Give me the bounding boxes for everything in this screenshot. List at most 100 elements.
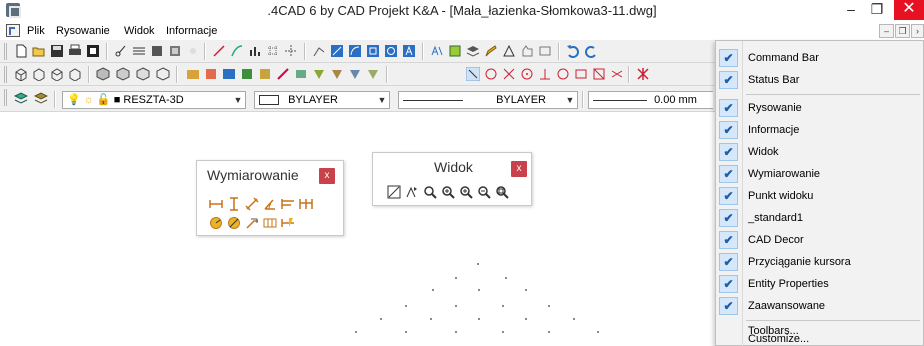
decor-2-icon[interactable] [204,67,218,81]
snap-intersection-icon[interactable] [502,67,516,81]
menu-item-wymiarowanie[interactable]: ✔ Wymiarowanie [716,163,923,185]
redo-icon[interactable] [584,44,598,58]
mdi-minimize-button[interactable]: – [879,24,894,38]
decor-10-icon[interactable] [348,67,362,81]
bars-icon[interactable] [248,44,262,58]
toolbar-grip[interactable] [4,66,7,83]
hand-icon[interactable] [520,44,534,58]
linetype-dropdown[interactable]: BYLAYER ▼ [398,91,578,109]
dim-edit-icon[interactable] [281,216,295,230]
decor-11-icon[interactable] [366,67,380,81]
snap-center-icon[interactable] [520,67,534,81]
menu-item-customize[interactable]: Customize... [716,331,923,346]
snap-icon[interactable] [284,44,298,58]
redraw-icon[interactable] [387,185,401,199]
layer-previous-icon[interactable] [34,91,48,105]
decor-5-icon[interactable] [258,67,272,81]
text-tool-icon[interactable] [402,44,416,58]
snap-circle-icon[interactable] [484,67,498,81]
menu-plik[interactable]: Plik [27,25,45,37]
drawing-canvas[interactable] [0,125,715,346]
iso-view-4-icon[interactable] [156,67,170,81]
arc-icon[interactable] [230,44,244,58]
menu-item-informacje[interactable]: ✔ Informacje [716,119,923,141]
decor-1-icon[interactable] [186,67,200,81]
menu-item-widok[interactable]: ✔ Widok [716,141,923,163]
polyline-icon[interactable] [312,44,326,58]
decor-9-icon[interactable] [330,67,344,81]
window-tool-icon[interactable] [538,44,552,58]
layer-dropdown[interactable]: 💡 ☼ 🔓 ■ RESZTA-3D ▼ [62,91,246,109]
continue-dim-icon[interactable] [299,197,313,211]
angular-dim-icon[interactable] [263,197,277,211]
maximize-button[interactable]: ❐ [864,0,890,20]
view-cube-2-icon[interactable] [32,67,46,81]
copy-icon[interactable] [132,44,146,58]
faded-tool-icon[interactable] [186,44,200,58]
print-icon[interactable] [68,44,82,58]
line-icon[interactable] [212,44,226,58]
menu-item-toolbars[interactable]: Toolbars... [716,311,923,337]
block-icon[interactable] [448,44,462,58]
minimize-button[interactable]: – [838,0,864,20]
grid-icon[interactable] [266,44,280,58]
snap-nearest-icon[interactable] [610,67,624,81]
decor-3-icon[interactable] [222,67,236,81]
save-icon[interactable] [50,44,64,58]
radius-dim-icon[interactable] [209,216,223,230]
leader-icon[interactable] [245,216,259,230]
mtext-icon[interactable] [430,44,444,58]
circle-tool-icon[interactable] [384,44,398,58]
decor-6-icon[interactable] [276,67,290,81]
iso-view-2-icon[interactable] [116,67,130,81]
menu-item-command-bar[interactable]: ✔ Command Bar [716,47,923,69]
layer-manager-icon[interactable] [14,91,28,105]
menu-rysowanie[interactable]: Rysowanie [56,25,110,37]
menu-item-cad-decor[interactable]: ✔ CAD Decor [716,229,923,251]
menu-item-entity-properties[interactable]: ✔ Entity Properties [716,273,923,295]
close-button[interactable]: ✕ [894,0,924,20]
layers-icon[interactable] [466,44,480,58]
vertical-dim-icon[interactable] [227,197,241,211]
snap-perpendicular-icon[interactable] [538,67,552,81]
zoom-window-icon[interactable] [441,185,455,199]
rect-tool-icon[interactable] [366,44,380,58]
mdi-more-button[interactable]: › [911,24,924,38]
decor-8-icon[interactable] [312,67,326,81]
undo-icon[interactable] [566,44,580,58]
linear-dim-icon[interactable] [209,197,223,211]
new-file-icon[interactable] [14,44,28,58]
color-dropdown[interactable]: BYLAYER ▼ [254,91,390,109]
menu-item-standard1[interactable]: ✔ _standard1 [716,207,923,229]
menu-widok[interactable]: Widok [124,25,155,37]
print-preview-icon[interactable] [86,44,100,58]
view-cube-1-icon[interactable] [14,67,28,81]
document-icon[interactable] [6,24,20,37]
select-arrow-icon[interactable] [466,67,480,81]
cut-icon[interactable] [114,44,128,58]
baseline-dim-icon[interactable] [281,197,295,211]
view-cube-4-icon[interactable] [68,67,82,81]
tolerance-icon[interactable] [263,216,277,230]
pan-realtime-icon[interactable] [405,185,419,199]
toolbar-grip[interactable] [4,43,7,60]
zoom-in-icon[interactable] [459,185,473,199]
rectangle-line-icon[interactable] [330,44,344,58]
triangle-icon[interactable] [502,44,516,58]
panel-wymiarowanie-close-button[interactable]: x [319,168,335,184]
menu-item-status-bar[interactable]: ✔ Status Bar [716,69,923,91]
zoom-realtime-icon[interactable] [423,185,437,199]
mdi-restore-button[interactable]: ❐ [895,24,910,38]
zoom-extents-icon[interactable] [495,185,509,199]
lineweight-dropdown[interactable]: 0.00 mm [588,91,713,109]
paste-icon[interactable] [150,44,164,58]
decor-7-icon[interactable] [294,67,308,81]
decor-4-icon[interactable] [240,67,254,81]
aligned-dim-icon[interactable] [245,197,259,211]
zoom-out-icon[interactable] [477,185,491,199]
arc-tool-icon[interactable] [348,44,362,58]
snap-insert-icon[interactable] [592,67,606,81]
snap-tangent-icon[interactable] [574,67,588,81]
iso-view-3-icon[interactable] [136,67,150,81]
menu-item-rysowanie[interactable]: ✔ Rysowanie [716,97,923,119]
